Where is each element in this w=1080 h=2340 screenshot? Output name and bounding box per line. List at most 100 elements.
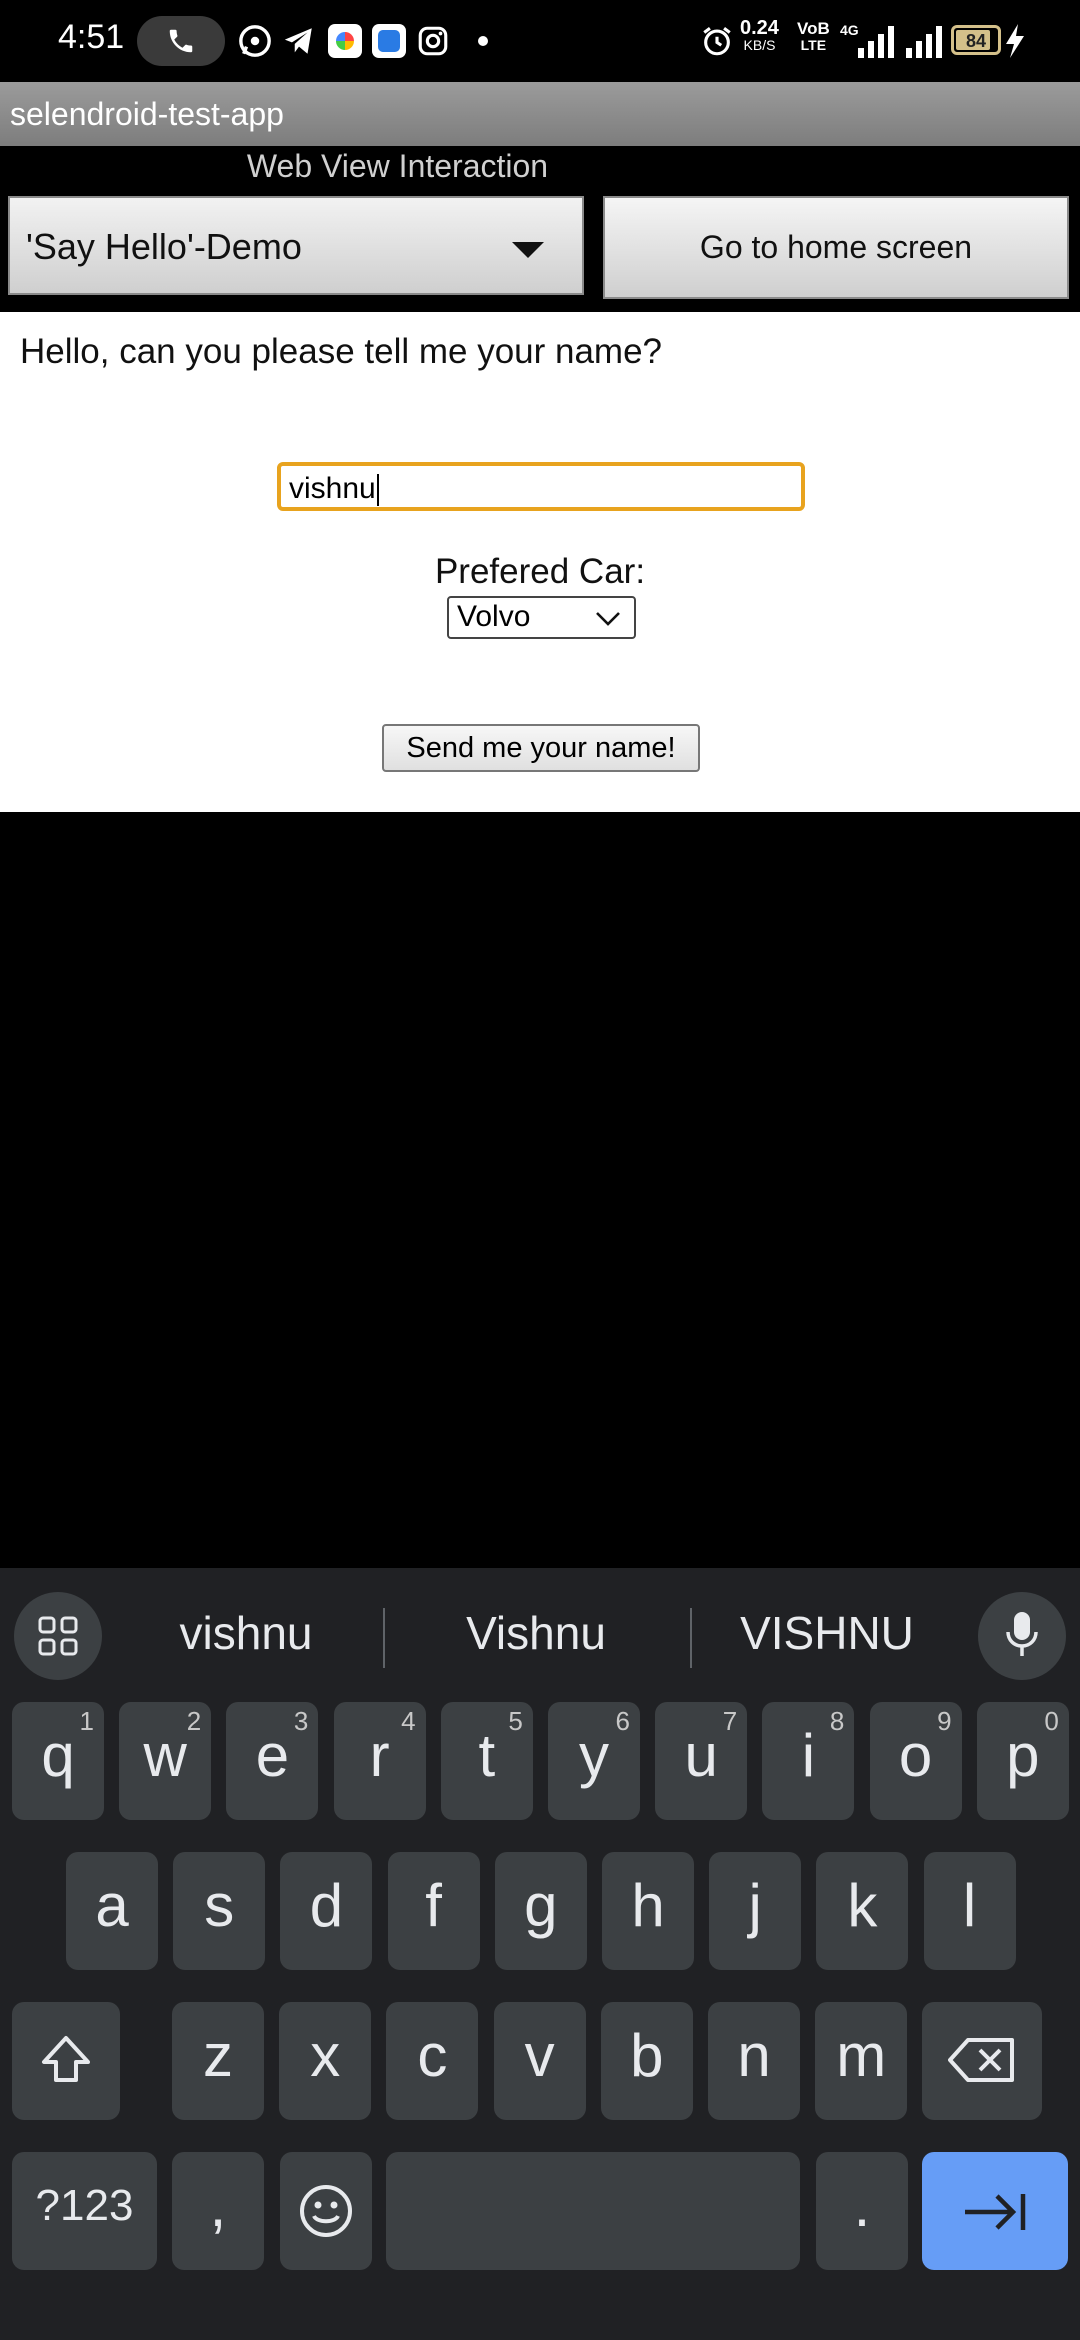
period-key[interactable]: . <box>816 2152 908 2270</box>
key-label: s <box>204 1872 235 1939</box>
status-bar: 4:51 0.24 KB/S VoB LTE 4G 84 <box>0 0 1080 82</box>
microphone-icon <box>1006 1612 1038 1656</box>
key-label: e <box>255 1722 290 1789</box>
key-label: f <box>425 1872 442 1939</box>
key-hint: 2 <box>186 1706 202 1736</box>
key-label: p <box>1006 1722 1040 1789</box>
key-label: r <box>369 1722 390 1789</box>
key-label: b <box>630 2022 664 2089</box>
key-label: h <box>631 1872 665 1939</box>
suggestion-item[interactable]: Vishnu <box>397 1606 675 1660</box>
key-label: o <box>898 1722 933 1789</box>
emoji-icon <box>300 2185 352 2237</box>
suggestion-divider <box>690 1608 692 1668</box>
key-l[interactable]: l <box>923 1852 1016 1970</box>
name-input[interactable]: vishnu <box>277 462 805 511</box>
suggestion-item[interactable]: VISHNU <box>700 1606 954 1660</box>
key-hint: 4 <box>401 1706 416 1736</box>
spinner-value: 'Say Hello'-Demo <box>26 226 302 267</box>
key-e[interactable]: e3 <box>226 1702 319 1820</box>
key-label: c <box>417 2022 448 2089</box>
key-j[interactable]: j <box>709 1852 802 1970</box>
charging-icon <box>1006 24 1024 58</box>
key-i[interactable]: i8 <box>762 1702 855 1820</box>
key-hint: 3 <box>293 1706 309 1736</box>
key-g[interactable]: g <box>494 1852 587 1970</box>
key-s[interactable]: s <box>173 1852 266 1970</box>
key-label: v <box>524 2022 555 2089</box>
name-input-value: vishnu <box>289 472 376 505</box>
volte-indicator: VoB LTE <box>797 19 830 53</box>
telegram-icon <box>284 28 312 54</box>
comma-key[interactable]: , <box>172 2152 264 2270</box>
ongoing-call-pill[interactable] <box>137 16 225 66</box>
key-z[interactable]: z <box>172 2002 264 2120</box>
suggestion-item[interactable]: vishnu <box>112 1606 380 1660</box>
key-label: n <box>737 2022 771 2089</box>
key-q[interactable]: q1 <box>12 1702 104 1820</box>
car-select[interactable]: Volvo <box>447 596 636 639</box>
net-speed: 0.24 KB/S <box>740 17 779 53</box>
key-k[interactable]: k <box>816 1852 909 1970</box>
next-arrow-icon <box>965 2194 1026 2230</box>
instagram-icon <box>418 26 448 56</box>
key-h[interactable]: h <box>602 1852 694 1970</box>
app-bar: selendroid-test-app <box>0 82 1080 146</box>
key-label: j <box>748 1872 762 1939</box>
car-select-value: Volvo <box>457 600 531 633</box>
backspace-key[interactable] <box>922 2002 1042 2120</box>
car-label: Prefered Car: <box>434 552 646 591</box>
question-text: Hello, can you please tell me your name? <box>20 332 663 371</box>
key-y[interactable]: y6 <box>548 1702 640 1820</box>
key-a[interactable]: a <box>66 1852 158 1970</box>
key-r[interactable]: r4 <box>333 1702 426 1820</box>
shift-key[interactable] <box>12 2002 120 2120</box>
key-label: x <box>310 2022 341 2089</box>
key-n[interactable]: n <box>708 2002 800 2120</box>
key-label: i <box>801 1722 816 1789</box>
key-label: l <box>962 1872 977 1939</box>
emoji-key[interactable] <box>280 2152 372 2270</box>
key-t[interactable]: t5 <box>440 1702 533 1820</box>
key-label: u <box>684 1722 718 1789</box>
battery-level: 84 <box>965 31 987 51</box>
keyboard-menu-button[interactable] <box>14 1592 102 1680</box>
key-hint: 8 <box>829 1706 845 1736</box>
phone-call-icon <box>169 29 193 53</box>
signal-icon <box>906 26 942 58</box>
alarm-icon <box>703 27 731 56</box>
key-p[interactable]: p0 <box>976 1702 1069 1820</box>
key-label: t <box>478 1722 496 1789</box>
app-title: selendroid-test-app <box>10 96 284 132</box>
key-f[interactable]: f <box>387 1852 480 1970</box>
key-d[interactable]: d <box>280 1852 373 1970</box>
suggestion-divider <box>383 1608 385 1668</box>
demo-spinner[interactable]: 'Say Hello'-Demo <box>8 196 584 295</box>
backspace-icon <box>948 2038 1014 2082</box>
key-label: k <box>847 1872 878 1939</box>
web-view: Hello, can you please tell me your name?… <box>0 312 1080 812</box>
whatsapp-icon <box>239 25 271 57</box>
key-hint: 9 <box>937 1706 952 1736</box>
app-icon <box>372 24 406 58</box>
key-u[interactable]: u7 <box>655 1702 748 1820</box>
activity-title: Web View Interaction <box>246 148 549 184</box>
key-label: g <box>524 1872 558 1939</box>
key-label: y <box>579 1722 609 1789</box>
enter-key[interactable] <box>922 2152 1068 2270</box>
key-b[interactable]: b <box>600 2002 693 2120</box>
symbols-key[interactable]: ?123 <box>12 2152 157 2270</box>
key-o[interactable]: o9 <box>869 1702 962 1820</box>
key-m[interactable]: m <box>815 2002 908 2120</box>
key-w[interactable]: w2 <box>119 1702 212 1820</box>
key-x[interactable]: x <box>279 2002 372 2120</box>
more-notifications-dot <box>478 36 488 46</box>
soft-keyboard: vishnu Vishnu VISHNU ?123 , . q1w2e3r4t5… <box>0 1568 1080 2340</box>
key-c[interactable]: c <box>386 2002 479 2120</box>
send-name-button[interactable]: Send me your name! <box>382 724 700 772</box>
key-v[interactable]: v <box>493 2002 586 2120</box>
space-key[interactable] <box>386 2152 800 2270</box>
go-home-button[interactable]: Go to home screen <box>603 196 1069 299</box>
shift-icon <box>42 2036 90 2082</box>
voice-input-button[interactable] <box>978 1592 1066 1680</box>
